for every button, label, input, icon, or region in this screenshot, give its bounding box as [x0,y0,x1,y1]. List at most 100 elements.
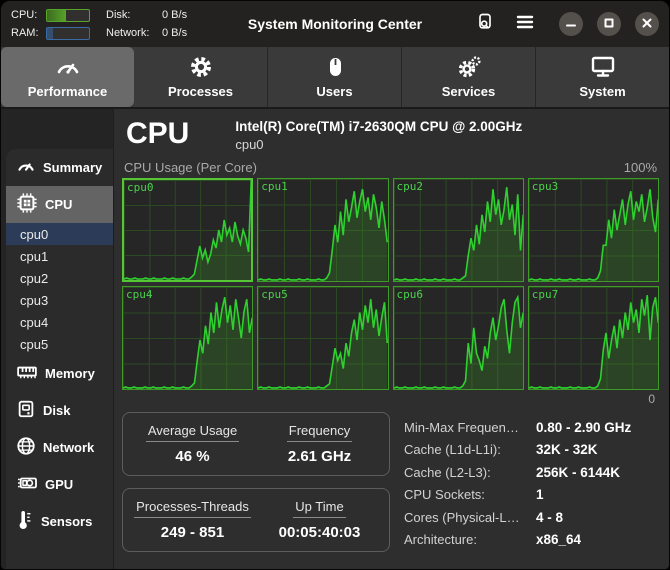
app-window: CPU: RAM: Disk: 0 B/s Network: 0 B/s Sys… [0,0,670,570]
sidebar-item-label: Memory [45,366,95,381]
sidebar-item-label: GPU [45,477,74,492]
sidebar-item-sensors[interactable]: Sensors [6,503,113,540]
io-stats: Disk: 0 B/s Network: 0 B/s [106,8,187,40]
speedometer-icon [55,55,81,79]
cpu-meter-label: CPU: [11,9,38,21]
maximize-icon [604,15,614,33]
chart-core-label: cpu3 [531,180,559,193]
detail-row: Cache (L1d-L1i): 32K - 32K [404,439,659,462]
maximize-button[interactable] [597,12,621,36]
core-chart-cpu2[interactable]: cpu2 [392,178,524,282]
tab-label: Users [316,84,353,99]
per-core-charts: cpu0 cpu1 cpu2 cpu3 cpu4 cpu5 cpu6 cpu7 [122,178,659,390]
ram-usage-meter-fill [47,27,54,39]
sidebar-item-label: CPU [45,197,73,212]
ram-icon [16,364,38,383]
close-icon [642,15,652,33]
core-chart-cpu0[interactable]: cpu0 [122,178,254,282]
chart-core-label: cpu5 [261,288,288,301]
detail-value: 4 - 8 [536,509,564,525]
y-axis-max-label: 100% [623,160,657,175]
average-usage-label: Average Usage [145,423,240,442]
sidebar-item-label: Disk [43,403,71,418]
chart-core-label: cpu7 [531,288,559,301]
detail-row: Architecture: x86_64 [404,529,659,552]
core-item-cpu3[interactable]: cpu3 [6,289,113,311]
core-chart-cpu7[interactable]: cpu7 [527,286,659,390]
core-label: cpu1 [20,248,49,264]
tab-label: System [579,84,626,99]
tab-label: Performance [27,84,108,99]
minimize-button[interactable] [559,12,583,36]
disk-rate-label: Disk: [106,9,131,21]
sidebar-item-disk[interactable]: Disk [6,392,113,429]
core-label: cpu2 [20,270,49,286]
core-chart-cpu4[interactable]: cpu4 [122,286,254,390]
main-panel: CPU Intel(R) Core(TM) i7-2630QM CPU @ 2.… [113,109,669,569]
usage-chart-title: CPU Usage (Per Core) [124,160,257,175]
cpu-details-list: Min-Max Frequen… 0.80 - 2.90 GHz Cache (… [404,412,659,564]
frequency-label: Frequency [286,423,353,442]
minimize-icon [566,15,576,33]
processes-threads-value: 249 - 851 [160,524,225,541]
core-label: cpu5 [20,336,49,352]
sidebar-item-summary[interactable]: Summary [6,149,113,186]
tab-label: Services [441,84,496,99]
tab-users[interactable]: Users [268,47,402,107]
tab-performance[interactable]: Performance [1,47,134,107]
sidebar-item-label: Network [43,440,95,455]
usage-frequency-box: Average Usage 46 % Frequency 2.61 GHz [122,412,390,476]
globe-icon [16,436,36,459]
detail-label: Min-Max Frequen… [404,419,519,435]
close-button[interactable] [635,12,659,36]
chip-icon [16,192,38,217]
average-usage-value: 46 % [175,448,210,465]
menu-button[interactable] [513,12,537,36]
network-rate-label: Network: [106,27,150,39]
chart-core-label: cpu2 [396,180,424,193]
core-chart-cpu5[interactable]: cpu5 [257,286,389,390]
disk-rate-value: 0 B/s [162,9,188,21]
detail-value: 32K - 32K [536,442,598,458]
detail-label: Cache (L1d-L1i): [404,442,501,458]
mouse-icon [325,55,345,79]
uptime-label: Up Time [293,499,346,518]
core-chart-cpu6[interactable]: cpu6 [392,286,524,390]
core-item-cpu4[interactable]: cpu4 [6,311,113,333]
network-rate-value: 0 B/s [162,27,188,39]
sidebar-item-cpu[interactable]: CPU [6,186,113,223]
search-icon [475,12,495,37]
window-title: System Monitoring Center [247,16,423,32]
titlebar: CPU: RAM: Disk: 0 B/s Network: 0 B/s Sys… [1,1,669,47]
core-chart-cpu1[interactable]: cpu1 [257,178,389,282]
core-item-cpu0[interactable]: cpu0 [6,223,113,245]
detail-label: Cores (Physical-L… [404,509,520,525]
detail-value: 256K - 6144K [536,464,621,480]
sidebar-item-memory[interactable]: Memory [6,355,113,392]
processes-threads-label: Processes-Threads [134,499,251,518]
tab-system[interactable]: System [536,47,669,107]
sidebar-item-gpu[interactable]: GPU [6,466,113,503]
speedometer-icon [16,158,36,177]
detail-label: CPU Sockets: [404,487,485,503]
core-item-cpu5[interactable]: cpu5 [6,333,113,355]
cpu-usage-meter [46,8,90,22]
sidebar-item-network[interactable]: Network [6,429,113,466]
core-item-cpu1[interactable]: cpu1 [6,245,113,267]
disk-icon [16,399,36,422]
gear-icon [189,55,213,79]
sidebar: Summary CPU cpu0 cpu1 cpu2 cpu3 cpu4 cpu… [1,109,113,569]
detail-row: Cache (L2-L3): 256K - 6144K [404,461,659,484]
chart-core-label: cpu1 [261,180,288,193]
sidebar-item-label: Sensors [41,514,93,529]
frequency-value: 2.61 GHz [287,448,352,465]
search-button[interactable] [473,12,497,36]
core-label: cpu3 [20,292,49,308]
cpu-usage-meter-fill [47,9,66,21]
core-chart-cpu3[interactable]: cpu3 [527,178,659,282]
core-item-cpu2[interactable]: cpu2 [6,267,113,289]
tab-services[interactable]: Services [402,47,536,107]
tab-processes[interactable]: Processes [134,47,268,107]
resource-meters: CPU: RAM: [11,8,90,40]
detail-value: x86_64 [536,532,582,548]
